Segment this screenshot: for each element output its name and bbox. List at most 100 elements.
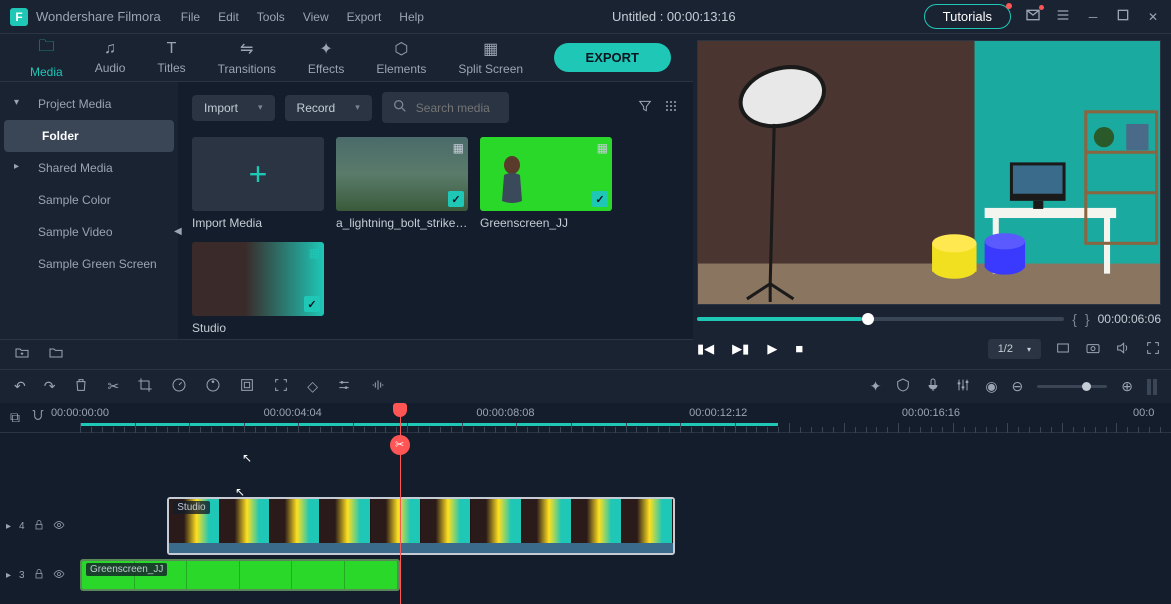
preview-zoom-dropdown[interactable]: 1/2: [988, 339, 1041, 359]
plus-icon: +: [249, 156, 268, 193]
tab-audio[interactable]: ♫ Audio: [79, 36, 142, 79]
render-icon[interactable]: ◉: [985, 378, 997, 395]
visibility-icon[interactable]: [53, 567, 65, 583]
music-icon: ♫: [104, 40, 116, 58]
marker-icon[interactable]: [895, 377, 911, 396]
menu-icon[interactable]: [1055, 7, 1071, 26]
sidebar-item-shared-media[interactable]: Shared Media: [0, 152, 178, 184]
record-dropdown[interactable]: Record: [285, 95, 372, 121]
preview-viewport[interactable]: [697, 40, 1161, 305]
menu-help[interactable]: Help: [399, 10, 424, 24]
effects-icon[interactable]: ✦: [870, 378, 882, 395]
sidebar-item-sample-green-screen[interactable]: Sample Green Screen: [0, 248, 178, 280]
volume-icon[interactable]: [1115, 340, 1131, 359]
timeline-clip-greenscreen[interactable]: Greenscreen_JJ: [80, 559, 400, 591]
preview-timecode: 00:00:06:06: [1098, 312, 1161, 326]
crop-icon[interactable]: [137, 377, 153, 396]
search-media-field[interactable]: [382, 92, 510, 123]
media-label: a_lightning_bolt_strikes_...: [336, 216, 468, 230]
timeline-clip-studio[interactable]: Studio: [167, 497, 674, 555]
filter-icon[interactable]: [637, 98, 653, 118]
check-icon: ✓: [592, 191, 608, 207]
import-dropdown[interactable]: Import: [192, 95, 275, 121]
menu-export[interactable]: Export: [347, 10, 382, 24]
media-label: Import Media: [192, 216, 324, 230]
messages-icon[interactable]: [1025, 7, 1041, 26]
timeline-ruler[interactable]: 00:00:00:0000:00:04:0400:00:08:0800:00:1…: [80, 403, 1171, 433]
preview-scrubber[interactable]: [697, 317, 1064, 321]
undo-icon[interactable]: ↶: [14, 378, 26, 395]
tab-titles[interactable]: T Titles: [141, 36, 201, 79]
tutorials-button[interactable]: Tutorials: [924, 4, 1011, 29]
menu-edit[interactable]: Edit: [218, 10, 239, 24]
media-clip-studio[interactable]: ▦ ✓ Studio: [192, 242, 324, 335]
menu-view[interactable]: View: [303, 10, 329, 24]
grid-view-icon[interactable]: [663, 98, 679, 118]
search-input[interactable]: [416, 101, 500, 115]
keyframe-icon[interactable]: ◇: [307, 378, 318, 395]
project-title: Untitled : 00:00:13:16: [424, 9, 924, 24]
zoom-fit-icon[interactable]: [1147, 379, 1157, 395]
sidebar-item-sample-color[interactable]: Sample Color: [0, 184, 178, 216]
next-frame-button[interactable]: ▶▮: [732, 341, 749, 357]
minimize-icon[interactable]: ─: [1085, 10, 1101, 24]
app-logo-icon: F: [10, 8, 28, 26]
tab-transitions[interactable]: ⇋ Transitions: [202, 35, 292, 80]
collapse-sidebar-icon[interactable]: ◀: [174, 226, 182, 237]
mark-out-icon[interactable]: }: [1085, 311, 1090, 327]
zoom-slider[interactable]: [1037, 385, 1107, 388]
ruler-label: 00:00:04:04: [264, 407, 322, 419]
close-icon[interactable]: ✕: [1145, 10, 1161, 24]
tab-elements[interactable]: ⬡ Elements: [360, 35, 442, 80]
redo-icon[interactable]: ↷: [44, 378, 56, 395]
visibility-icon[interactable]: [53, 518, 65, 534]
fullscreen-icon[interactable]: [1145, 340, 1161, 359]
quality-icon[interactable]: [1055, 340, 1071, 359]
sidebar-item-project-media[interactable]: Project Media: [0, 88, 178, 120]
track-manager-icon[interactable]: ⧉: [10, 409, 20, 426]
zoom-in-icon[interactable]: ⊕: [1121, 378, 1133, 395]
scrubber-thumb[interactable]: [862, 313, 874, 325]
app-title: Wondershare Filmora: [36, 9, 161, 24]
ruler-label: 00:00:00:00: [51, 407, 109, 419]
tab-audio-label: Audio: [95, 61, 126, 75]
playhead-handle[interactable]: [393, 403, 407, 417]
audio-edit-icon[interactable]: [370, 377, 386, 396]
tab-media[interactable]: 🗀 Media: [14, 31, 79, 85]
tab-split-screen[interactable]: ▦ Split Screen: [442, 35, 539, 80]
prev-frame-button[interactable]: ▮◀: [697, 341, 714, 357]
sidebar-item-folder[interactable]: Folder: [4, 120, 174, 152]
scissors-icon[interactable]: ✂: [390, 435, 410, 455]
lock-icon[interactable]: [33, 567, 45, 583]
magnet-icon[interactable]: [30, 408, 46, 427]
color-icon[interactable]: [205, 377, 221, 396]
add-folder-icon[interactable]: [14, 345, 30, 364]
detect-icon[interactable]: [273, 377, 289, 396]
tab-effects[interactable]: ✦ Effects: [292, 35, 360, 80]
green-screen-icon[interactable]: [239, 377, 255, 396]
media-clip-greenscreen[interactable]: ▦ ✓ Greenscreen_JJ: [480, 137, 612, 230]
maximize-icon[interactable]: [1115, 7, 1131, 26]
play-button[interactable]: ▶: [767, 341, 777, 357]
adjust-icon[interactable]: [336, 377, 352, 396]
zoom-out-icon[interactable]: ⊖: [1012, 378, 1024, 395]
menu-tools[interactable]: Tools: [257, 10, 285, 24]
mixer-icon[interactable]: [955, 377, 971, 396]
split-icon[interactable]: ✂: [107, 378, 119, 395]
snapshot-icon[interactable]: [1085, 340, 1101, 359]
menu-file[interactable]: File: [181, 10, 200, 24]
export-button[interactable]: EXPORT: [554, 43, 671, 72]
sidebar-item-sample-video[interactable]: Sample Video: [0, 216, 178, 248]
stop-button[interactable]: ■: [795, 341, 803, 357]
mark-in-icon[interactable]: {: [1072, 311, 1077, 327]
speed-icon[interactable]: [171, 377, 187, 396]
media-clip-lightning[interactable]: ▦ ✓ a_lightning_bolt_strikes_...: [336, 137, 468, 230]
delete-icon[interactable]: [73, 377, 89, 396]
search-icon: [392, 98, 408, 117]
import-media-tile[interactable]: + Import Media: [192, 137, 324, 230]
folder-icon[interactable]: [48, 345, 64, 364]
tab-titles-label: Titles: [157, 61, 185, 75]
voiceover-icon[interactable]: [925, 377, 941, 396]
ruler-label: 00:00:08:08: [476, 407, 534, 419]
lock-icon[interactable]: [33, 518, 45, 534]
